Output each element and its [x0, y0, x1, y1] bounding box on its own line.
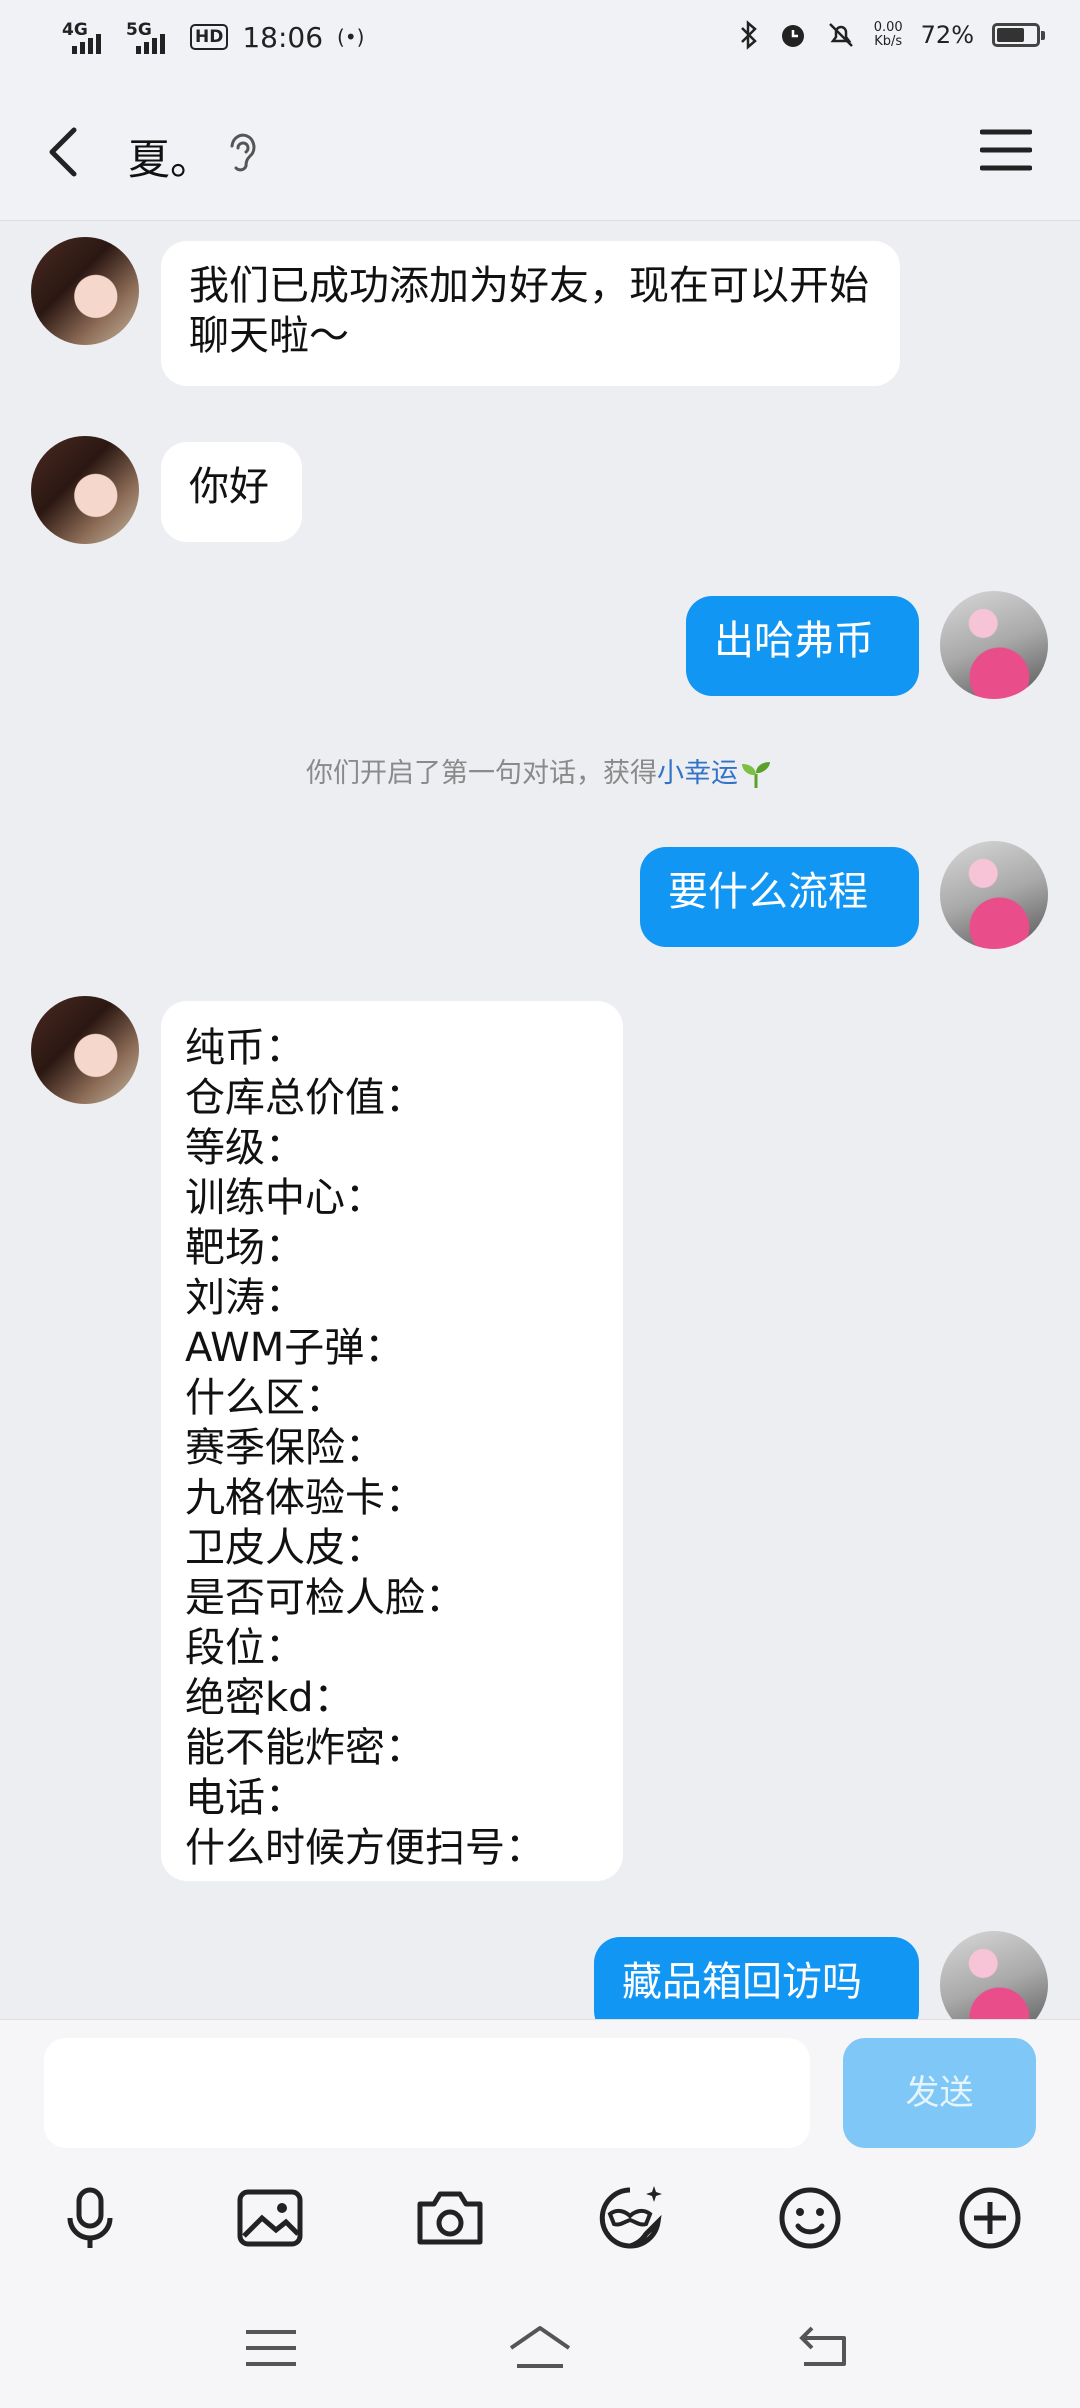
- chat-toolbar: [0, 2160, 1080, 2290]
- back-arrow-icon[interactable]: [36, 122, 96, 182]
- microphone-icon[interactable]: [50, 2178, 130, 2258]
- outgoing-message[interactable]: 出哈弗币: [686, 596, 919, 696]
- my-avatar[interactable]: [940, 591, 1048, 699]
- plus-icon[interactable]: [950, 2178, 1030, 2258]
- send-button[interactable]: 发送: [843, 2038, 1036, 2148]
- status-time: 18:06: [242, 20, 324, 54]
- status-bar: 4G 5G HD 18:06 (•) 0.00 Kb/s 72%: [0, 0, 1080, 80]
- lucky-link[interactable]: 小幸运: [657, 758, 738, 789]
- emoji-icon[interactable]: [770, 2178, 850, 2258]
- form-list-line: 纯币：: [185, 1025, 305, 1071]
- hd-icon: HD: [190, 24, 229, 50]
- bluetooth-icon: [740, 20, 757, 50]
- home-icon[interactable]: [505, 2318, 575, 2378]
- battery-icon: [992, 23, 1045, 47]
- form-list-line: AWM子弹：: [185, 1325, 405, 1371]
- menu-icon[interactable]: [980, 126, 1032, 174]
- form-list-line: 什么区：: [185, 1375, 345, 1421]
- signal-4g-icon: 4G: [62, 20, 112, 54]
- form-list-line: 仓库总价值：: [185, 1075, 425, 1121]
- form-list-line: 段位：: [185, 1625, 305, 1671]
- outgoing-message[interactable]: 藏品箱回访吗: [594, 1937, 919, 2019]
- sprout-icon: [742, 761, 770, 788]
- incoming-message[interactable]: 我们已成功添加为好友，现在可以开始聊天啦～: [161, 241, 900, 386]
- my-avatar[interactable]: [940, 1931, 1048, 2019]
- recent-apps-icon[interactable]: [236, 2318, 306, 2378]
- contact-name[interactable]: 夏。: [128, 126, 212, 187]
- form-list-line: 什么时候方便扫号：: [185, 1825, 545, 1871]
- contact-avatar[interactable]: [31, 436, 139, 544]
- message-input[interactable]: [44, 2038, 810, 2148]
- system-nav-bar: [0, 2290, 1080, 2408]
- my-avatar[interactable]: [940, 841, 1048, 949]
- form-list-line: 能不能炸密：: [185, 1725, 425, 1771]
- battery-percent: 72%: [920, 21, 974, 49]
- chat-header: 夏。: [0, 80, 1080, 221]
- nfc-icon: (•): [337, 25, 365, 49]
- form-list-line: 等级：: [185, 1125, 305, 1171]
- incoming-message[interactable]: 纯币： 仓库总价值： 等级： 训练中心： 靶场： 刘涛： AWM子弹： 什么区： 赛季保险： 九格…: [161, 1001, 623, 1881]
- form-list-line: 靶场：: [185, 1225, 305, 1271]
- form-list-line: 赛季保险：: [185, 1425, 385, 1471]
- mute-icon: [828, 23, 853, 47]
- form-list-line: 九格体验卡：: [185, 1475, 425, 1521]
- contact-avatar[interactable]: [31, 237, 139, 345]
- ear-icon[interactable]: [222, 128, 262, 176]
- sticker-icon[interactable]: [590, 2178, 670, 2258]
- alarm-icon: [781, 25, 804, 47]
- back-nav-icon[interactable]: [790, 2318, 860, 2378]
- chat-message-list[interactable]: 我们已成功添加为好友，现在可以开始聊天啦～ 你好 出哈弗币 你们开启了第一句对话…: [0, 221, 1080, 2019]
- incoming-message[interactable]: 你好: [161, 442, 302, 542]
- form-list: 纯币： 仓库总价值： 等级： 训练中心： 靶场： 刘涛： AWM子弹： 什么区： 赛季保险： 九格…: [185, 1023, 599, 1873]
- form-list-line: 训练中心：: [185, 1175, 385, 1221]
- contact-avatar[interactable]: [31, 996, 139, 1104]
- form-list-line: 电话：: [185, 1775, 305, 1821]
- net-speed: 0.00 Kb/s: [873, 20, 903, 49]
- form-list-line: 刘涛：: [185, 1275, 305, 1321]
- system-message: 你们开启了第一句对话，获得小幸运: [0, 751, 1080, 790]
- image-icon[interactable]: [230, 2178, 310, 2258]
- outgoing-message[interactable]: 要什么流程: [640, 847, 919, 947]
- camera-icon[interactable]: [410, 2178, 490, 2258]
- input-bar: 发送: [0, 2019, 1080, 2160]
- signal-5g-icon: 5G: [126, 20, 176, 54]
- form-list-line: 卫皮人皮：: [185, 1525, 385, 1571]
- form-list-line: 绝密kd：: [185, 1675, 354, 1721]
- form-list-line: 是否可检人脸：: [185, 1575, 465, 1621]
